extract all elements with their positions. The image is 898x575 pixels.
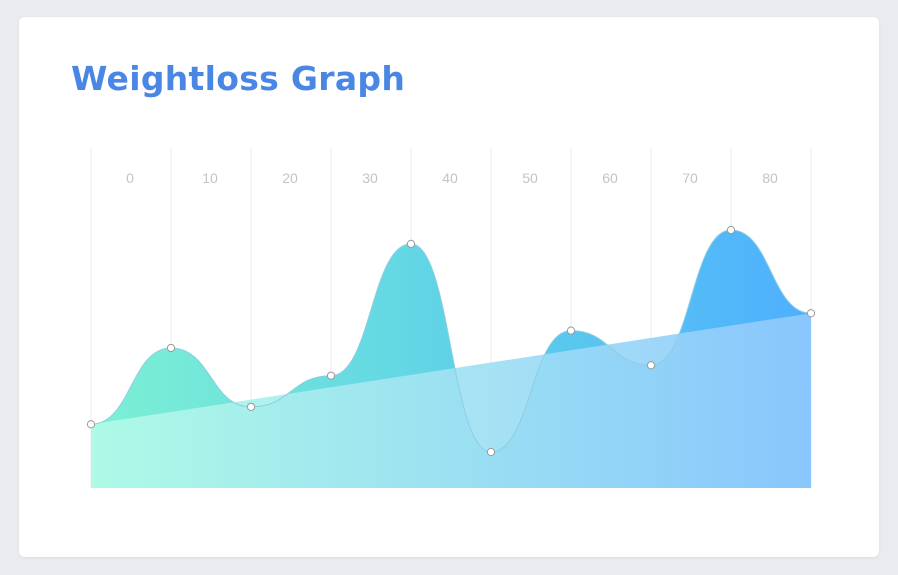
data-point: [726, 225, 736, 235]
data-point: [406, 239, 416, 248]
x-tick-label: 0: [126, 170, 134, 186]
data-point: [166, 343, 176, 353]
x-tick-label: 40: [442, 170, 458, 186]
data-point: [86, 420, 96, 429]
x-tick-label: 70: [682, 170, 698, 186]
x-tick-label: 10: [202, 170, 218, 186]
x-tick-labels: 0 10 20 30 40 50 60 70 80: [126, 170, 778, 186]
weightloss-chart: 0 10 20 30 40 50 60 70 80: [86, 147, 816, 488]
x-tick-label: 30: [362, 170, 378, 186]
data-point: [486, 447, 496, 457]
data-point: [326, 371, 336, 380]
data-point: [566, 326, 576, 335]
data-point: [646, 361, 656, 370]
x-tick-label: 80: [762, 170, 778, 186]
x-tick-label: 60: [602, 170, 618, 186]
data-point: [246, 402, 256, 412]
x-tick-label: 50: [522, 170, 538, 186]
data-point: [806, 309, 816, 318]
x-tick-label: 20: [282, 170, 298, 186]
